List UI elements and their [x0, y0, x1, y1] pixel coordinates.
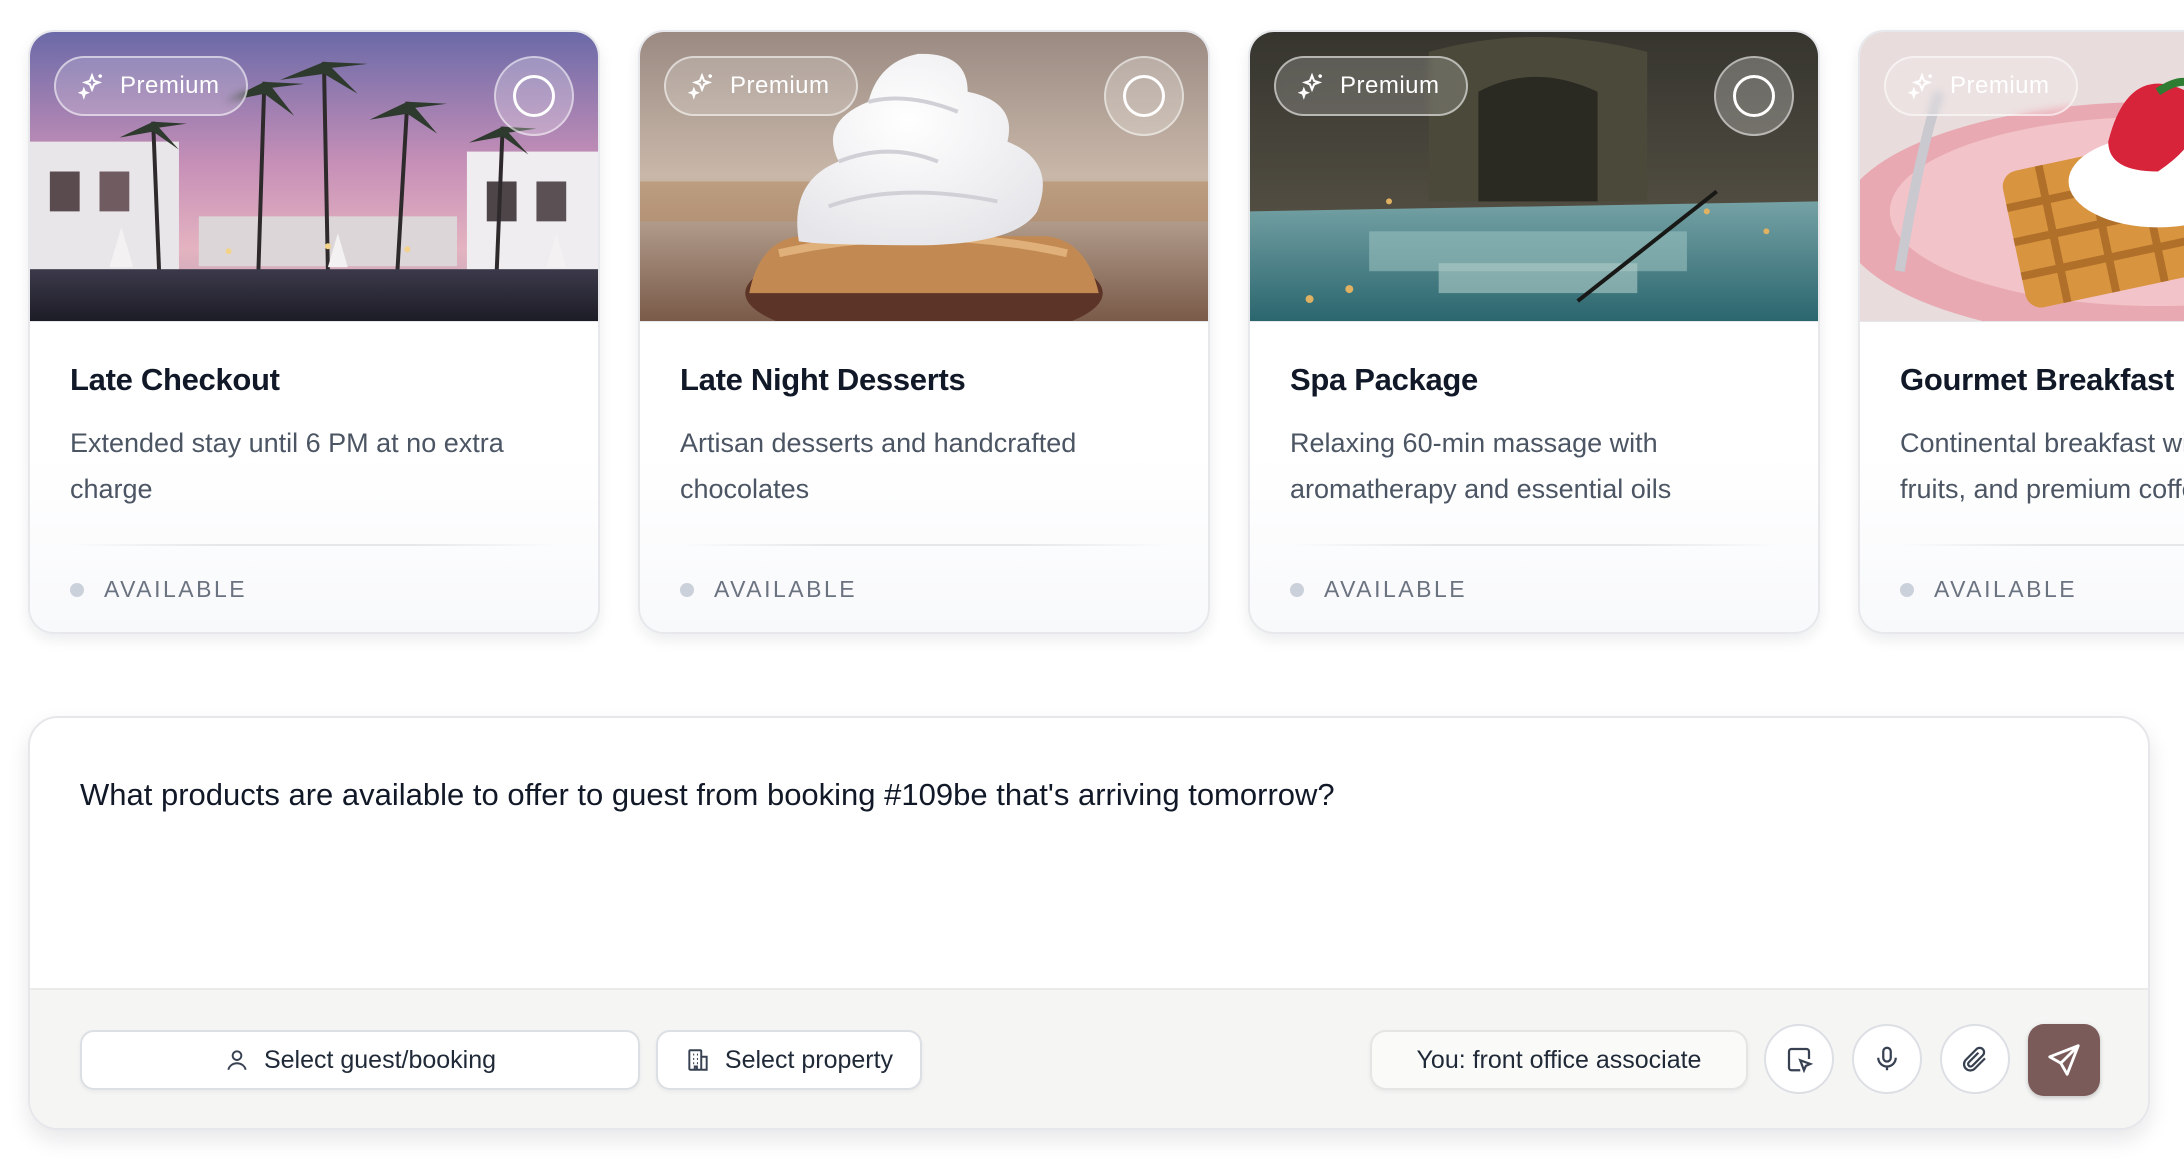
- assistant-screen: Premium Late Checkout Extended stay unti…: [0, 0, 2184, 1176]
- sparkles-icon: [1908, 72, 1933, 100]
- card-divider: [70, 544, 558, 546]
- card-title: Late Checkout: [70, 362, 280, 397]
- select-guest-label: Select guest/booking: [263, 1045, 497, 1074]
- send-icon: [2048, 1044, 2080, 1076]
- product-image-breakfast: Premium: [1860, 32, 2184, 322]
- card-status: AVAILABLE: [1290, 576, 1778, 603]
- status-dot-icon: [70, 582, 84, 597]
- cursor-select-icon: [1787, 1047, 1814, 1074]
- select-property-button[interactable]: Select property: [656, 1030, 922, 1090]
- card-select-toggle[interactable]: [1714, 56, 1794, 136]
- card-title: Spa Package: [1290, 362, 1478, 397]
- status-text: AVAILABLE: [714, 576, 858, 602]
- premium-badge: Premium: [1884, 56, 2078, 116]
- card-divider: [680, 544, 1168, 546]
- select-guest-button[interactable]: Select guest/booking: [80, 1030, 640, 1090]
- card-description: Artisan desserts and handcrafted chocola…: [680, 428, 1077, 504]
- premium-badge-label: Premium: [120, 72, 220, 99]
- sparkles-icon: [78, 72, 103, 100]
- attach-button[interactable]: [1940, 1024, 2010, 1094]
- sparkles-icon: [1298, 72, 1323, 100]
- status-dot-icon: [680, 582, 694, 597]
- composer-toolbar: Select guest/booking Select property You…: [30, 988, 2148, 1128]
- paperclip-icon: [1962, 1046, 1986, 1072]
- microphone-icon: [1877, 1046, 1897, 1071]
- select-property-label: Select property: [724, 1045, 894, 1074]
- premium-badge-label: Premium: [730, 72, 830, 99]
- role-label: You: front office associate: [1416, 1045, 1702, 1074]
- message-composer: What products are available to offer to …: [28, 716, 2150, 1130]
- status-text: AVAILABLE: [1324, 576, 1468, 602]
- premium-badge: Premium: [54, 56, 248, 116]
- card-select-toggle[interactable]: [1104, 56, 1184, 136]
- card-divider: [1290, 544, 1778, 546]
- product-card-spa-package[interactable]: Premium Spa Package Relaxing 60-min mass…: [1248, 30, 1820, 634]
- premium-badge: Premium: [1274, 56, 1468, 116]
- product-card-late-checkout[interactable]: Premium Late Checkout Extended stay unti…: [28, 30, 600, 634]
- sparkles-icon: [688, 72, 713, 100]
- card-title: Late Night Desserts: [680, 362, 966, 397]
- message-input[interactable]: What products are available to offer to …: [80, 774, 2098, 816]
- microphone-button[interactable]: [1852, 1024, 1922, 1094]
- card-status: AVAILABLE: [70, 576, 558, 603]
- card-description: Relaxing 60-min massage with aromatherap…: [1290, 428, 1672, 504]
- status-text: AVAILABLE: [1934, 576, 2078, 602]
- user-icon: [227, 1050, 247, 1071]
- status-text: AVAILABLE: [104, 576, 248, 602]
- select-area-button[interactable]: [1764, 1024, 1834, 1094]
- product-image-resort: Premium: [30, 32, 598, 322]
- premium-badge-label: Premium: [1340, 72, 1440, 99]
- product-cards-row: Premium Late Checkout Extended stay unti…: [28, 30, 2184, 634]
- card-divider: [1900, 544, 2184, 546]
- card-title: Gourmet Breakfast: [1900, 362, 2174, 397]
- building-icon: [688, 1049, 708, 1071]
- product-image-dessert: Premium: [640, 32, 1208, 322]
- premium-badge-label: Premium: [1950, 72, 2050, 99]
- status-dot-icon: [1290, 582, 1304, 597]
- card-status: AVAILABLE: [680, 576, 1168, 603]
- card-description: Extended stay until 6 PM at no extra cha…: [70, 428, 504, 504]
- send-button[interactable]: [2028, 1024, 2100, 1096]
- role-selector[interactable]: You: front office associate: [1370, 1030, 1748, 1090]
- product-image-spa: Premium: [1250, 32, 1818, 322]
- status-dot-icon: [1900, 582, 1914, 597]
- product-card-late-night-desserts[interactable]: Premium Late Night Desserts Artisan dess…: [638, 30, 1210, 634]
- card-status: AVAILABLE: [1900, 576, 2184, 603]
- premium-badge: Premium: [664, 56, 858, 116]
- card-select-toggle[interactable]: [494, 56, 574, 136]
- product-card-gourmet-breakfast[interactable]: Premium Gourmet Breakfast Continental br…: [1858, 30, 2184, 634]
- card-description: Continental breakfast with pastries, fru…: [1900, 428, 2184, 504]
